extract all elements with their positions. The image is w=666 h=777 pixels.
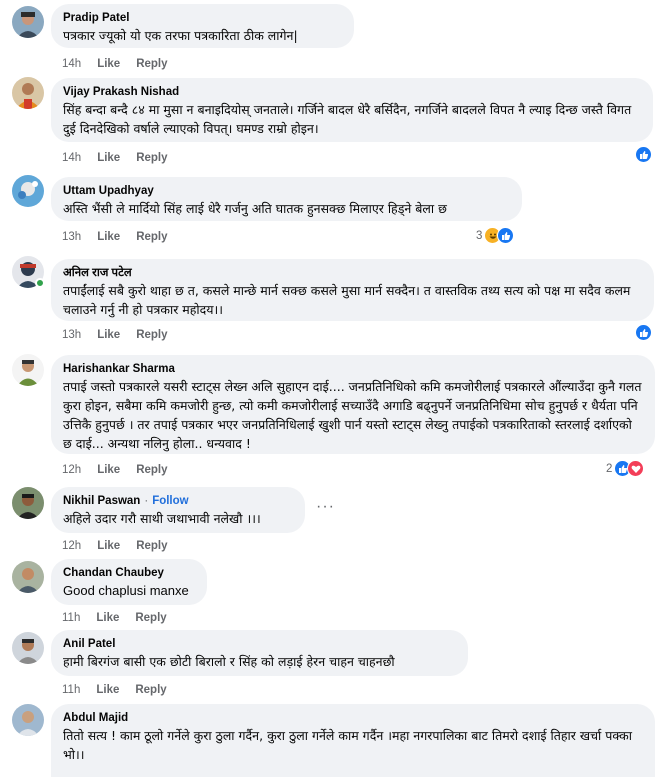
reply-button[interactable]: Reply xyxy=(136,539,167,553)
comment-text: अस्ति भैंसी ले मार्दियो सिंह लाई धेरै गर… xyxy=(63,201,447,216)
like-button[interactable]: Like xyxy=(97,151,120,165)
comment-text: सिंह बन्दा बन्दै ८४ मा मुसा न बनाइदियोस्… xyxy=(63,102,632,136)
comment-time[interactable]: 11h xyxy=(62,683,80,697)
like-icon xyxy=(497,227,515,244)
comment-time[interactable]: 14h xyxy=(62,57,81,71)
like-button[interactable]: Like xyxy=(97,230,120,244)
reply-button[interactable]: Reply xyxy=(136,151,167,165)
comment-bubble: Abdul Majid तितो सत्य ! काम ठूलो गर्नेले… xyxy=(51,704,655,777)
reply-button[interactable]: Reply xyxy=(136,328,167,342)
comment-bubble: Nikhil Paswan · Follow अहिले उदार गरौ सा… xyxy=(51,487,305,533)
avatar[interactable] xyxy=(12,77,44,109)
reply-button[interactable]: Reply xyxy=(135,683,166,697)
reaction-summary[interactable]: 3 xyxy=(476,227,515,244)
comment-author[interactable]: Pradip Patel xyxy=(63,11,342,25)
reply-button[interactable]: Reply xyxy=(136,57,167,71)
comment-text: हामी बिरगंज बासी एक छोटी बिरालो र सिंह क… xyxy=(63,654,395,669)
comment-actions: 13h Like Reply xyxy=(62,230,168,244)
comment-time[interactable]: 12h xyxy=(62,539,81,553)
like-button[interactable]: Like xyxy=(96,611,119,625)
comment-actions: 14h Like Reply xyxy=(62,151,168,165)
comment-author[interactable]: Anil Patel xyxy=(63,637,456,651)
comment-time[interactable]: 14h xyxy=(62,151,81,165)
comment-time[interactable]: 13h xyxy=(62,230,81,244)
reply-button[interactable]: Reply xyxy=(135,611,166,625)
comment-time[interactable]: 12h xyxy=(62,463,81,477)
comment-actions: 11h Like Reply xyxy=(62,611,167,625)
comment-author[interactable]: Harishankar Sharma xyxy=(63,362,643,376)
like-button[interactable]: Like xyxy=(96,683,119,697)
reaction-summary[interactable] xyxy=(635,324,652,341)
comment-author[interactable]: अनिल राज पटेल xyxy=(63,266,642,280)
comment-text: Good chaplusi manxe xyxy=(63,583,189,598)
avatar[interactable] xyxy=(12,175,44,207)
like-button[interactable]: Like xyxy=(97,328,120,342)
like-icon xyxy=(635,324,652,341)
reaction-summary[interactable]: 2 xyxy=(606,460,645,477)
avatar[interactable] xyxy=(12,704,44,736)
comment-author[interactable]: Abdul Majid xyxy=(63,711,643,725)
avatar[interactable] xyxy=(12,487,44,519)
reaction-count: 2 xyxy=(606,462,613,475)
comment-bubble: Harishankar Sharma तपाई जस्तो पत्रकारले … xyxy=(51,355,655,454)
comment-text: तपाईंलाई सबै कुरो थाहा छ त, कसले मान्छे … xyxy=(63,283,631,317)
author-name[interactable]: Nikhil Paswan xyxy=(63,494,140,508)
comment-actions: 13h Like Reply xyxy=(62,328,168,342)
avatar[interactable] xyxy=(12,354,44,386)
avatar[interactable] xyxy=(12,561,44,593)
avatar[interactable] xyxy=(12,632,44,664)
comment-bubble: Vijay Prakash Nishad सिंह बन्दा बन्दै ८४… xyxy=(51,78,653,142)
comment-bubble: अनिल राज पटेल तपाईंलाई सबै कुरो थाहा छ त… xyxy=(51,259,654,321)
comment-author[interactable]: Chandan Chaubey xyxy=(63,566,195,580)
love-icon xyxy=(627,460,645,477)
reaction-summary[interactable] xyxy=(635,146,652,163)
reply-button[interactable]: Reply xyxy=(136,230,167,244)
comment-text: तपाई जस्तो पत्रकारले यसरी स्टाट्स लेख्न … xyxy=(63,379,642,451)
comment-author: Nikhil Paswan · Follow xyxy=(63,494,293,508)
comment-actions: 14h Like Reply xyxy=(62,57,168,71)
separator-dot: · xyxy=(144,495,149,507)
comment-bubble: Uttam Upadhyay अस्ति भैंसी ले मार्दियो स… xyxy=(51,177,522,221)
comment-bubble: Anil Patel हामी बिरगंज बासी एक छोटी बिरा… xyxy=(51,630,468,676)
comment-time[interactable]: 11h xyxy=(62,611,80,625)
more-options-icon[interactable]: ··· xyxy=(316,498,335,516)
like-button[interactable]: Like xyxy=(97,539,120,553)
follow-button[interactable]: Follow xyxy=(152,494,188,508)
online-status-dot xyxy=(35,278,45,288)
comment-author[interactable]: Vijay Prakash Nishad xyxy=(63,85,641,99)
reply-button[interactable]: Reply xyxy=(136,463,167,477)
comment-bubble: Chandan Chaubey Good chaplusi manxe xyxy=(51,559,207,605)
reaction-count: 3 xyxy=(476,229,483,242)
comment-actions: 11h Like Reply xyxy=(62,683,167,697)
comment-actions: 12h Like Reply xyxy=(62,463,168,477)
like-icon xyxy=(635,146,652,163)
avatar[interactable] xyxy=(12,6,44,38)
comment-time[interactable]: 13h xyxy=(62,328,81,342)
comment-actions: 12h Like Reply xyxy=(62,539,168,553)
comment-text: पत्रकार ज्यूको यो एक तरफा पत्रकारिता ठीक… xyxy=(63,28,298,43)
like-button[interactable]: Like xyxy=(97,463,120,477)
like-button[interactable]: Like xyxy=(97,57,120,71)
comment-text: तितो सत्य ! काम ठूलो गर्नेले कुरा ठुला ग… xyxy=(63,728,632,762)
comment-text: अहिले उदार गरौ साथी जथाभावी नलेखौ ।।। xyxy=(63,511,261,526)
comment-bubble: Pradip Patel पत्रकार ज्यूको यो एक तरफा प… xyxy=(51,4,354,48)
comment-author[interactable]: Uttam Upadhyay xyxy=(63,184,510,198)
